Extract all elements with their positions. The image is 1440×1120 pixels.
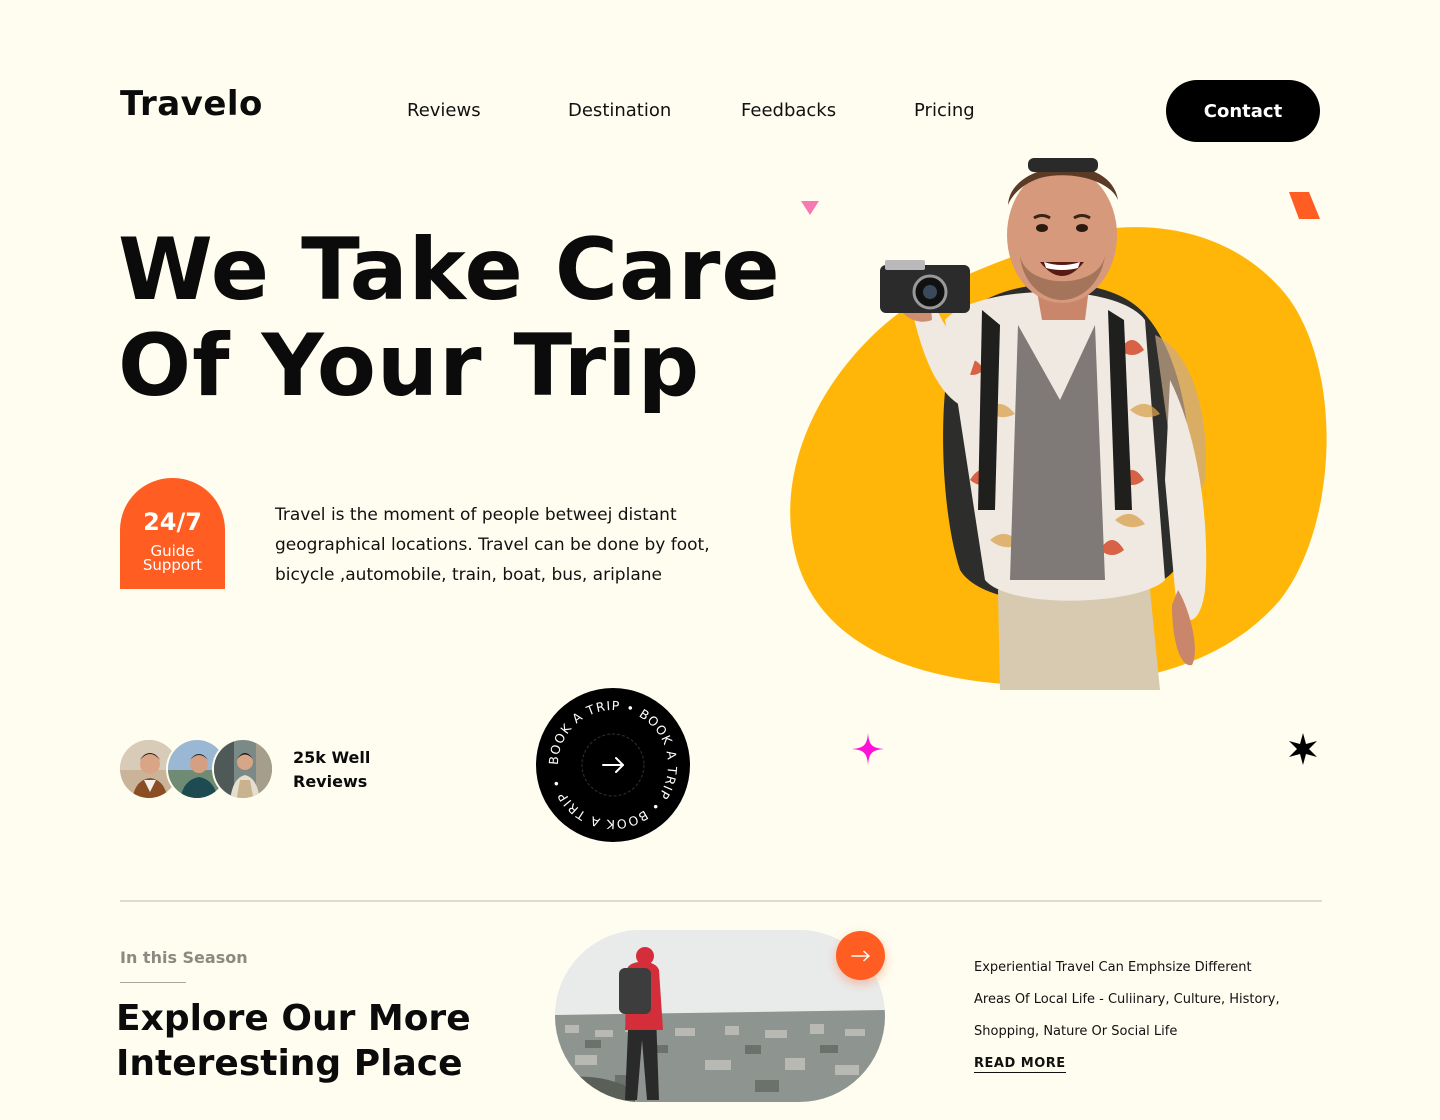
hero-description: Travel is the moment of people betweej d… (275, 505, 710, 585)
reviews-line-2: Reviews (293, 772, 368, 791)
nav-destination[interactable]: Destination (568, 100, 671, 121)
reviews-count: 25k Well Reviews (293, 746, 403, 794)
badge-sub-line-2: Support (142, 556, 203, 574)
star-icon (1287, 733, 1319, 765)
experiential-line-3: Shopping, Nature Or Social Life (974, 1024, 1178, 1039)
hero-traveler-image (760, 150, 1360, 710)
experiential-description: Experiential Travel Can Emphsize Differe… (974, 952, 1294, 1048)
hero-title-line-2: Of Your Trip (118, 316, 701, 416)
nav-pricing[interactable]: Pricing (914, 100, 975, 121)
explore-title: Explore Our More Interesting Place (116, 996, 536, 1086)
badge-main-text: 24/7 (143, 508, 202, 536)
guide-support-badge: 24/7 Guide Support (120, 478, 225, 589)
read-more-link[interactable]: READ MORE (974, 1056, 1066, 1073)
experiential-line-2: Areas Of Local Life - Culiinary, Culture… (974, 992, 1280, 1007)
contact-button[interactable]: Contact (1166, 80, 1320, 142)
parallelogram-decoration (1289, 192, 1321, 220)
hero-title: We Take Care Of Your Trip (118, 222, 798, 414)
book-trip-button[interactable]: BOOK A TRIP • BOOK A TRIP • BOOK A TRIP … (535, 687, 691, 843)
hero-title-line-1: We Take Care (118, 220, 781, 320)
badge-sub-text: Guide Support (142, 544, 203, 574)
logo[interactable]: Travelo (120, 84, 263, 124)
season-eyebrow: In this Season (120, 948, 248, 967)
season-underline (120, 982, 186, 983)
avatar (212, 738, 274, 800)
arrow-right-icon (850, 950, 870, 961)
section-divider (120, 900, 1322, 902)
experiential-line-1: Experiential Travel Can Emphsize Differe… (974, 960, 1252, 975)
triangle-decoration (800, 200, 820, 216)
nav-reviews[interactable]: Reviews (407, 100, 481, 121)
explore-title-line-2: Interesting Place (116, 1043, 463, 1084)
reviews-line-1: 25k Well (293, 748, 371, 767)
sparkle-icon (852, 733, 884, 765)
next-destination-button[interactable] (836, 931, 885, 980)
nav-feedbacks[interactable]: Feedbacks (741, 100, 836, 121)
explore-title-line-1: Explore Our More (116, 998, 471, 1039)
